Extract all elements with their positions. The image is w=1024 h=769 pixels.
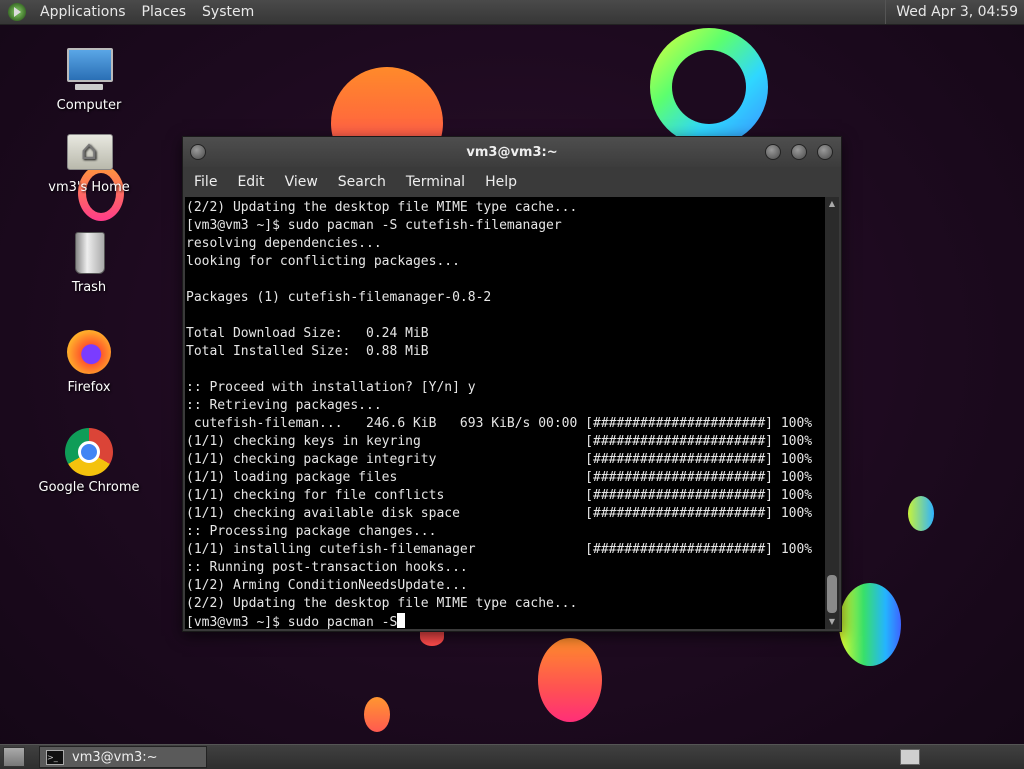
terminal-area[interactable]: (2/2) Updating the desktop file MIME typ… xyxy=(185,197,839,629)
terminal-line: :: Retrieving packages... xyxy=(186,398,382,413)
menu-view[interactable]: View xyxy=(274,167,327,197)
terminal-line: (1/1) installing cutefish-filemanager [#… xyxy=(186,542,813,557)
terminal-line: (1/1) checking package integrity [######… xyxy=(186,452,813,467)
terminal-line: (1/1) checking for file conflicts [#####… xyxy=(186,488,813,503)
terminal-line: Total Download Size: 0.24 MiB xyxy=(186,326,429,341)
scroll-down-icon[interactable]: ▼ xyxy=(825,615,839,629)
terminal-line: :: Running post-transaction hooks... xyxy=(186,560,468,575)
desktop-icon-label: Firefox xyxy=(67,380,111,395)
menu-terminal[interactable]: Terminal xyxy=(395,167,474,197)
window-titlebar[interactable]: vm3@vm3:~ xyxy=(183,137,841,167)
menu-system[interactable]: System xyxy=(194,0,262,24)
home-folder-icon xyxy=(65,128,113,176)
terminal-line: resolving dependencies... xyxy=(186,236,382,251)
workspace-switcher[interactable] xyxy=(900,749,920,765)
taskbar-item-terminal[interactable]: >_ vm3@vm3:~ xyxy=(39,746,207,768)
scroll-up-icon[interactable]: ▲ xyxy=(825,197,839,211)
terminal-line: :: Processing package changes... xyxy=(186,524,437,539)
desktop-icon-computer[interactable]: Computer xyxy=(34,46,144,113)
menu-help[interactable]: Help xyxy=(474,167,526,197)
desktop-icon-label: Trash xyxy=(71,280,107,295)
computer-icon xyxy=(65,46,113,94)
minimize-icon[interactable] xyxy=(765,144,781,160)
desktop-icon-chrome[interactable]: Google Chrome xyxy=(34,428,144,495)
bottom-panel: >_ vm3@vm3:~ xyxy=(0,744,1024,769)
maximize-icon[interactable] xyxy=(791,144,807,160)
terminal-line: Total Installed Size: 0.88 MiB xyxy=(186,344,429,359)
terminal-line: cutefish-fileman... 246.6 KiB 693 KiB/s … xyxy=(186,416,813,431)
terminal-line: (2/2) Updating the desktop file MIME typ… xyxy=(186,200,578,215)
desktop-icon-firefox[interactable]: Firefox xyxy=(34,328,144,395)
close-icon[interactable] xyxy=(817,144,833,160)
desktop-icon-label: vm3's Home xyxy=(48,180,130,195)
desktop-icon-label: Computer xyxy=(56,98,122,113)
terminal-line: [vm3@vm3 ~]$ sudo pacman -S cutefish-fil… xyxy=(186,218,562,233)
terminal-line: (1/1) checking available disk space [###… xyxy=(186,506,813,521)
terminal-line: (2/2) Updating the desktop file MIME typ… xyxy=(186,596,578,611)
text-cursor xyxy=(397,613,406,628)
taskbar-item-label: vm3@vm3:~ xyxy=(72,749,158,765)
chrome-icon xyxy=(65,428,113,476)
distro-logo-icon[interactable] xyxy=(8,3,26,21)
terminal-line: looking for conflicting packages... xyxy=(186,254,460,269)
show-desktop-icon[interactable] xyxy=(3,747,25,767)
wallpaper-ring xyxy=(650,28,768,146)
terminal-line: (1/1) checking keys in keyring [########… xyxy=(186,434,813,449)
scrollbar-thumb[interactable] xyxy=(827,575,837,613)
terminal-window[interactable]: vm3@vm3:~ File Edit View Search Terminal… xyxy=(182,136,842,632)
menu-file[interactable]: File xyxy=(183,167,226,197)
top-panel: Applications Places System Wed Apr 3, 04… xyxy=(0,0,1024,25)
panel-clock[interactable]: Wed Apr 3, 04:59 xyxy=(885,0,1024,24)
menu-places[interactable]: Places xyxy=(134,0,195,24)
menu-edit[interactable]: Edit xyxy=(226,167,273,197)
terminal-line: Packages (1) cutefish-filemanager-0.8-2 xyxy=(186,290,492,305)
terminal-menubar: File Edit View Search Terminal Help xyxy=(183,167,841,197)
trash-icon xyxy=(65,228,113,276)
window-title: vm3@vm3:~ xyxy=(466,144,558,160)
menu-applications[interactable]: Applications xyxy=(32,0,134,24)
terminal-line: (1/1) loading package files [###########… xyxy=(186,470,813,485)
wallpaper-tiny-oval xyxy=(364,697,390,732)
wallpaper-blue-oval xyxy=(839,583,901,666)
terminal-prompt-line[interactable]: [vm3@vm3 ~]$ sudo pacman -S xyxy=(186,613,825,629)
terminal-icon: >_ xyxy=(46,749,64,765)
desktop-icon-home[interactable]: vm3's Home xyxy=(34,128,144,195)
desktop-icon-label: Google Chrome xyxy=(38,480,140,495)
prompt-text: [vm3@vm3 ~]$ sudo pacman -S xyxy=(186,615,398,629)
wallpaper-small-oval xyxy=(908,496,934,531)
terminal-scrollbar[interactable]: ▲ ▼ xyxy=(825,197,839,629)
terminal-line: :: Proceed with installation? [Y/n] y xyxy=(186,380,476,395)
firefox-icon xyxy=(65,328,113,376)
window-menu-icon[interactable] xyxy=(190,144,206,160)
wallpaper-red-oval xyxy=(538,638,602,722)
desktop-icon-trash[interactable]: Trash xyxy=(34,228,144,295)
terminal-line: (1/2) Arming ConditionNeedsUpdate... xyxy=(186,578,468,593)
menu-search[interactable]: Search xyxy=(327,167,395,197)
terminal-output[interactable]: (2/2) Updating the desktop file MIME typ… xyxy=(185,197,825,629)
